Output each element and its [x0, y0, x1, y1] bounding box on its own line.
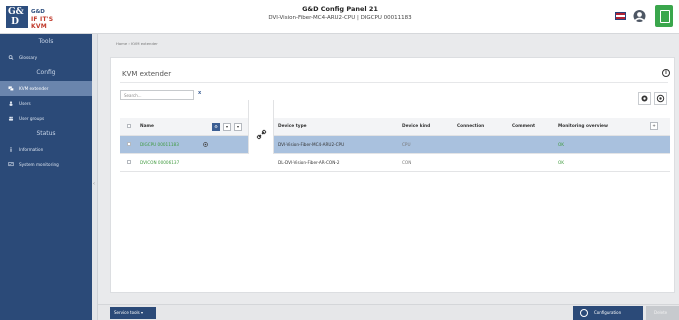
plus-icon[interactable]: +	[650, 122, 658, 130]
app-title: G&D Config Panel 21	[302, 5, 378, 13]
bottom-toolbar: Service tools ▾ Configuration Delete	[98, 304, 679, 320]
clear-search-icon[interactable]: x	[198, 90, 201, 96]
language-flag-icon[interactable]	[615, 12, 626, 20]
column-header-connection[interactable]: Connection	[457, 124, 484, 129]
search-icon	[8, 55, 14, 60]
sidebar-item-label: Information	[19, 147, 44, 152]
table-header: Name ⚙ ▾ ▾ Device type Device kind Conne…	[120, 118, 670, 136]
sidebar: Tools Glossary Config KVM extender Users…	[0, 34, 92, 320]
logo-badge: G& D	[6, 6, 28, 28]
header-bar: G& D G&D IF IT'S KVM G&D Config Panel 21…	[0, 0, 679, 34]
sidebar-item-users[interactable]: Users	[0, 96, 92, 111]
column-header-name[interactable]: Name	[140, 124, 154, 129]
column-header-comment[interactable]: Comment	[512, 124, 535, 129]
sidebar-item-user-groups[interactable]: User groups	[0, 111, 92, 126]
row-action-column	[248, 100, 274, 154]
sidebar-section-tools: Tools	[38, 38, 54, 45]
sidebar-item-label: Users	[19, 101, 31, 106]
configuration-label: Configuration	[594, 310, 622, 315]
user-icon	[9, 101, 13, 106]
gd-logo: G& D G&D IF IT'S KVM	[6, 6, 62, 30]
monitor-icon	[8, 162, 14, 167]
chevron-down-icon: ▾	[141, 310, 144, 315]
device-header: G&D Config Panel 21 DVI-Vision-Fiber-MC4…	[230, 5, 450, 21]
sidebar-item-label: KVM extender	[19, 86, 49, 91]
monitoring-status-cell: OK	[558, 142, 565, 147]
configuration-button[interactable]: Configuration	[573, 306, 643, 320]
chevron-left-icon: ‹	[93, 181, 95, 187]
search-input[interactable]: Search...	[120, 90, 194, 100]
kvm-extender-table: Name ⚙ ▾ ▾ Device type Device kind Conne…	[120, 100, 670, 172]
monitoring-status-cell: OK	[558, 160, 565, 165]
gear-icon	[580, 309, 588, 317]
breadcrumb[interactable]: Home › KVM extender	[116, 41, 158, 46]
device-kind-cell: CPU	[402, 142, 411, 147]
device-name-link[interactable]: DIGCPU 00011183	[140, 142, 179, 147]
monitoring-status-icon[interactable]	[655, 5, 673, 27]
service-tools-label: Service tools	[114, 310, 140, 315]
sidebar-item-label: User groups	[19, 116, 45, 121]
sidebar-section-status: Status	[36, 130, 56, 137]
kvm-extender-panel: KVM extender i Search... x Name ⚙ ▾ ▾ De…	[110, 57, 675, 293]
row-checkbox[interactable]	[127, 160, 131, 164]
filter-icon[interactable]: ⚙	[212, 123, 220, 131]
kvm-icon	[8, 86, 14, 91]
page-title: KVM extender	[122, 70, 172, 78]
delete-button[interactable]: Delete	[646, 306, 679, 320]
target-icon	[656, 94, 665, 103]
sidebar-item-glossary[interactable]: Glossary	[0, 50, 92, 65]
find-device-button[interactable]	[654, 92, 667, 105]
device-kind-cell: CON	[402, 160, 412, 165]
row-checkbox[interactable]	[127, 142, 131, 146]
users-icon	[8, 116, 14, 121]
device-name-link[interactable]: DVICON 00006137	[140, 160, 179, 165]
logo-company-name: G&D	[31, 9, 45, 15]
service-tools-button[interactable]: Service tools ▾	[110, 307, 156, 319]
table-row[interactable]: DVICON 00006137 DL-DVI-Vision-Fiber-AR-C…	[120, 154, 670, 172]
sidebar-section-config: Config	[36, 69, 56, 76]
link-icon[interactable]	[256, 129, 267, 140]
table-row[interactable]: DIGCPU 00011183 DVI-Vision-Fiber-MC4-ARU…	[120, 136, 670, 154]
sidebar-item-label: Glossary	[19, 55, 38, 60]
device-type-cell: DVI-Vision-Fiber-MC4-ARU2-CPU	[278, 142, 345, 147]
sidebar-item-information[interactable]: Information	[0, 142, 92, 157]
select-all-checkbox[interactable]	[127, 124, 131, 128]
device-type-cell: DL-DVI-Vision-Fiber-AR-CON-2	[278, 160, 340, 165]
sidebar-item-label: System monitoring	[19, 162, 59, 167]
column-header-device-type[interactable]: Device type	[278, 124, 307, 129]
current-device-icon	[203, 142, 208, 147]
gear-icon	[641, 95, 648, 102]
column-header-monitoring-overview[interactable]: Monitoring overview	[558, 124, 608, 129]
delete-label: Delete	[654, 310, 668, 315]
divider	[120, 82, 668, 83]
column-header-device-kind[interactable]: Device kind	[402, 124, 430, 129]
sidebar-item-kvm-extender[interactable]: KVM extender	[0, 81, 92, 96]
user-account-icon[interactable]	[633, 9, 646, 23]
logo-slogan: IF IT'S KVM	[31, 16, 54, 30]
settings-button[interactable]	[638, 92, 651, 105]
chevron-down-icon[interactable]: ▾	[223, 123, 231, 131]
info-icon	[10, 147, 12, 152]
column-menu-icon[interactable]: ▾	[234, 123, 242, 131]
info-icon[interactable]: i	[662, 69, 670, 77]
sidebar-item-system-monitoring[interactable]: System monitoring	[0, 157, 92, 172]
sidebar-collapse-handle[interactable]: ‹	[92, 34, 98, 320]
device-subtitle: DVI-Vision-Fiber-MC4-ARU2-CPU | DIGCPU 0…	[268, 15, 412, 21]
